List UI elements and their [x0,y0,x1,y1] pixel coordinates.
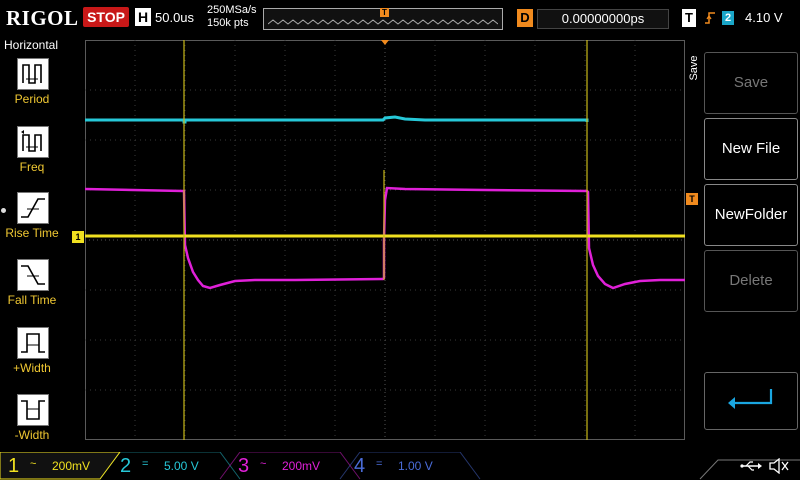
measure-fall-time-label: Fall Time [7,293,57,307]
measure-period-label: Period [14,92,50,106]
period-icon [17,58,49,90]
channel-1-coupling: ~ [30,458,37,470]
rise-time-icon [17,192,49,224]
measure-frequency-label: Freq [19,160,45,174]
channel-1-status[interactable]: 1 ~ 200mV [0,452,110,480]
trigger-badge: T [682,9,696,27]
top-status-bar: RIGOL STOP H 50.0us 250MSa/s 150k pts T … [0,0,800,36]
measure-rise-time-label: Rise Time [5,226,59,240]
frequency-icon [17,126,49,158]
timebase-badge: H [135,8,151,26]
channel-1-number: 1 [8,455,20,477]
sample-rate: 250MSa/s [207,4,257,16]
channel-3-scale: 200mV [282,459,321,473]
measure-menu: Horizontal Period Freq Rise Time Fall Ti… [0,36,62,452]
channel-status-bar: 1 ~ 200mV 2 = 5.00 V 3 ~ 200mV 4 = 1.00 … [0,452,800,480]
channel-2-scale: 5.00 V [164,459,199,473]
measure-positive-width-label: +Width [13,361,51,375]
memory-trigger-marker: T [380,8,389,17]
channel-3-number: 3 [238,455,250,477]
trigger-source-badge: 2 [722,11,734,25]
delete-softkey[interactable]: Delete [704,250,798,312]
channel-4-coupling: = [376,458,383,470]
return-softkey[interactable] [704,372,798,430]
memory-depth: 150k pts [207,17,249,29]
negative-width-icon [17,394,49,426]
horizontal-delay-value[interactable]: 0.00000000ps [537,9,669,29]
fall-time-icon [17,259,49,291]
save-softkey-menu: Save Save New File NewFolder Delete [688,36,800,452]
memory-overview-bar: T [263,8,503,30]
menu-page-indicator [1,208,6,213]
menu-tab-label: Save [688,55,700,81]
delay-badge: D [517,9,533,27]
channel-3-coupling: ~ [260,458,267,470]
waveform-display[interactable] [85,40,685,440]
measure-negative-width-label: -Width [14,428,50,442]
channel-4-scale: 1.00 V [398,459,433,473]
brand-logo: RIGOL [6,6,79,30]
timebase-value[interactable]: 50.0us [155,10,194,25]
menu-tab: Save [688,36,702,102]
save-softkey[interactable]: Save [704,52,798,114]
channel-3-status[interactable]: 3 ~ 200mV [230,452,340,480]
trigger-level-value[interactable]: 4.10 V [745,10,783,25]
channel-2-coupling: = [142,458,149,470]
channel-4-status[interactable]: 4 = 1.00 V [346,452,456,480]
run-stop-status[interactable]: STOP [83,7,129,27]
new-file-softkey[interactable]: New File [704,118,798,180]
channel-1-scale: 200mV [52,459,91,473]
channel-2-number: 2 [120,455,132,477]
ch1-offset-marker[interactable]: 1 [72,231,84,243]
channel-2-status[interactable]: 2 = 5.00 V [112,452,222,480]
return-arrow-icon [728,389,773,409]
new-folder-softkey[interactable]: NewFolder [704,184,798,246]
channel-4-number: 4 [354,455,366,477]
usb-icon [740,460,762,475]
memory-waveform-preview [268,19,498,25]
rising-edge-icon [704,10,716,26]
ch1-offset-marker-label: 1 [75,232,81,242]
positive-width-icon [17,327,49,359]
speaker-mute-icon[interactable] [768,457,790,478]
menu-title: Horizontal [3,38,59,52]
